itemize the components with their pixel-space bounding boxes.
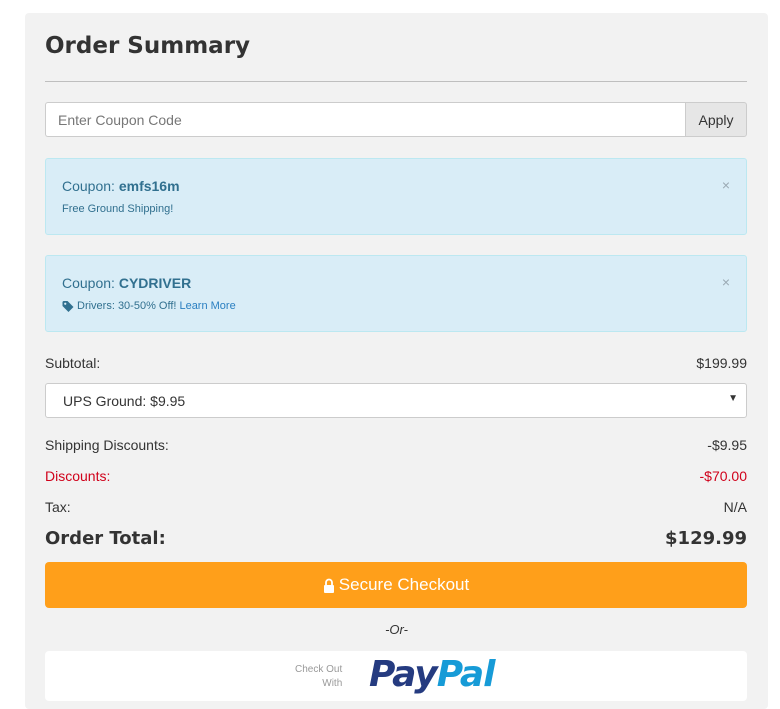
coupon-description-row: Free Ground Shipping! bbox=[62, 203, 173, 215]
coupon-prefix: Coupon: bbox=[62, 275, 115, 291]
tax-value: N/A bbox=[723, 499, 747, 515]
coupon-description-row: Drivers: 30-50% Off! Learn More bbox=[62, 300, 236, 312]
paypal-logo-pal: Pal bbox=[436, 654, 496, 695]
order-total-row: Order Total: $129.99 bbox=[45, 528, 747, 549]
coupon-alert-cydriver: Coupon: CYDRIVER Drivers: 30-50% Off! Le… bbox=[45, 255, 747, 332]
paypal-checkout-button[interactable]: Check Out With PayPal bbox=[45, 651, 747, 701]
shipping-discounts-value: -$9.95 bbox=[707, 437, 747, 453]
coupon-description: Drivers: 30-50% Off! bbox=[77, 300, 177, 312]
paypal-caption: Check Out With bbox=[295, 663, 342, 691]
discounts-label: Discounts: bbox=[45, 468, 111, 484]
learn-more-link[interactable]: Learn More bbox=[179, 300, 235, 312]
close-icon[interactable]: × bbox=[722, 275, 730, 289]
shipping-discounts-label: Shipping Discounts: bbox=[45, 437, 169, 453]
close-icon[interactable]: × bbox=[722, 178, 730, 192]
apply-coupon-button[interactable]: Apply bbox=[685, 102, 747, 137]
shipping-method-value: UPS Ground: $9.95 bbox=[63, 393, 186, 409]
coupon-code-input[interactable] bbox=[45, 102, 685, 137]
order-total-value: $129.99 bbox=[665, 528, 747, 549]
shipping-method-select[interactable]: UPS Ground: $9.95 ▼ bbox=[45, 383, 747, 418]
tax-label: Tax: bbox=[45, 499, 71, 515]
lock-icon bbox=[323, 578, 334, 593]
secure-checkout-button[interactable]: Secure Checkout bbox=[45, 562, 747, 608]
or-separator: -Or- bbox=[385, 622, 408, 637]
coupon-title: Coupon: emfs16m bbox=[62, 178, 180, 194]
shipping-discounts-row: Shipping Discounts: -$9.95 bbox=[45, 437, 747, 453]
paypal-logo-pay: Pay bbox=[369, 654, 438, 695]
subtotal-label: Subtotal: bbox=[45, 355, 101, 371]
divider bbox=[45, 81, 747, 82]
coupon-title: Coupon: CYDRIVER bbox=[62, 275, 191, 291]
discounts-value: -$70.00 bbox=[699, 468, 747, 484]
paypal-caption-line1: Check Out bbox=[295, 664, 343, 675]
subtotal-value: $199.99 bbox=[696, 355, 747, 371]
subtotal-row: Subtotal: $199.99 bbox=[45, 355, 747, 371]
order-total-label: Order Total: bbox=[45, 528, 166, 549]
coupon-code: CYDRIVER bbox=[118, 275, 192, 291]
page-title: Order Summary bbox=[45, 33, 251, 59]
coupon-code: emfs16m bbox=[118, 178, 180, 194]
secure-checkout-label: Secure Checkout bbox=[338, 575, 470, 594]
order-summary-panel: Order Summary Apply Coupon: emfs16m Free… bbox=[25, 13, 768, 709]
coupon-form: Apply bbox=[45, 102, 747, 137]
coupon-description: Free Ground Shipping! bbox=[62, 203, 174, 215]
tax-row: Tax: N/A bbox=[45, 499, 747, 515]
coupon-prefix: Coupon: bbox=[62, 178, 115, 194]
tag-icon bbox=[62, 300, 74, 312]
paypal-caption-line2: With bbox=[322, 678, 343, 689]
coupon-alert-emfs16m: Coupon: emfs16m Free Ground Shipping! × bbox=[45, 158, 747, 235]
discounts-row: Discounts: -$70.00 bbox=[45, 468, 747, 484]
paypal-logo: PayPal bbox=[369, 654, 496, 695]
chevron-down-icon: ▼ bbox=[728, 393, 738, 404]
